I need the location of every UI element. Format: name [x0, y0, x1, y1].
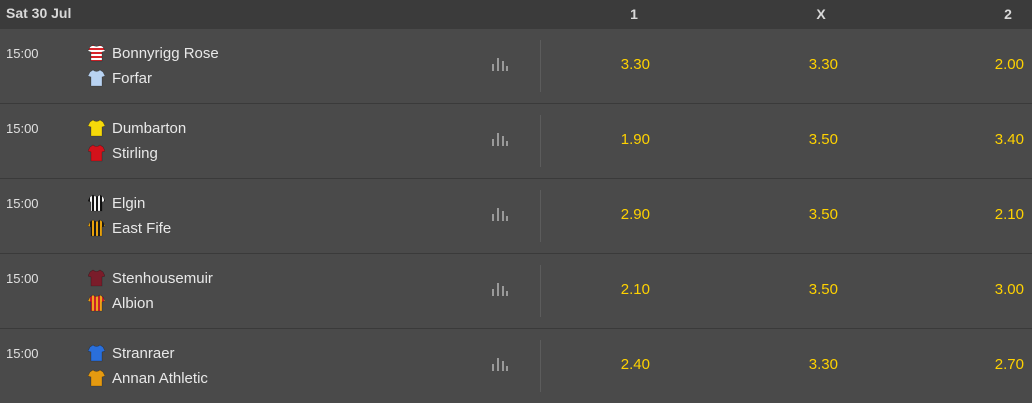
- home-team-name: Dumbarton: [112, 119, 187, 137]
- blue-shirt-icon: [87, 344, 106, 362]
- home-team[interactable]: Stranraer: [87, 343, 175, 363]
- match-list: 15:00 Bonnyrigg Rose Forfar 3.30 3.30 2.00 15:…: [0, 29, 1032, 403]
- home-team-name: Bonnyrigg Rose: [112, 44, 219, 62]
- home-team-name: Stenhousemuir: [112, 269, 213, 287]
- stats-icon[interactable]: [491, 281, 509, 297]
- home-team-name: Stranraer: [112, 344, 175, 362]
- kickoff-time: 15:00: [6, 346, 39, 361]
- away-team[interactable]: East Fife: [87, 218, 172, 238]
- away-team-name: Stirling: [112, 144, 158, 162]
- amber-black-stripes-shirt-icon: [87, 219, 106, 237]
- col-away-label: 2: [1004, 6, 1012, 22]
- match-row[interactable]: 15:00 Stranraer Annan Athletic 2.40 3.30 2.70: [0, 329, 1032, 403]
- black-white-stripes-shirt-icon: [87, 194, 106, 212]
- light-blue-shirt-icon: [87, 69, 106, 87]
- away-team-name: Annan Athletic: [112, 369, 208, 387]
- divider: [540, 190, 541, 242]
- odds-home-button[interactable]: 2.40: [570, 356, 650, 373]
- odds-home-button[interactable]: 2.90: [570, 206, 650, 223]
- away-team[interactable]: Forfar: [87, 68, 153, 88]
- odds-draw-button[interactable]: 3.50: [758, 206, 838, 223]
- match-row[interactable]: 15:00 Elgin East Fife 2.90 3.50 2.10: [0, 179, 1032, 254]
- col-draw-label: X: [816, 6, 826, 22]
- stats-icon[interactable]: [491, 356, 509, 372]
- kickoff-time: 15:00: [6, 121, 39, 136]
- away-team-name: Forfar: [112, 69, 153, 87]
- odds-draw-button[interactable]: 3.50: [758, 131, 838, 148]
- kickoff-time: 15:00: [6, 46, 39, 61]
- away-team[interactable]: Albion: [87, 293, 154, 313]
- odds-away-button[interactable]: 2.10: [944, 206, 1024, 223]
- home-team[interactable]: Stenhousemuir: [87, 268, 213, 288]
- home-team-name: Elgin: [112, 194, 146, 212]
- home-team[interactable]: Bonnyrigg Rose: [87, 43, 219, 63]
- maroon-shirt-icon: [87, 269, 106, 287]
- odds-away-button[interactable]: 3.40: [944, 131, 1024, 148]
- stats-icon[interactable]: [491, 131, 509, 147]
- odds-away-button[interactable]: 2.00: [944, 56, 1024, 73]
- odds-away-button[interactable]: 2.70: [944, 356, 1024, 373]
- away-team[interactable]: Annan Athletic: [87, 368, 208, 388]
- kickoff-time: 15:00: [6, 271, 39, 286]
- date-label: Sat 30 Jul: [6, 5, 72, 21]
- away-team-name: East Fife: [112, 219, 172, 237]
- divider: [540, 115, 541, 167]
- match-row[interactable]: 15:00 Stenhousemuir Albion 2.10 3.50 3.00: [0, 254, 1032, 329]
- match-row[interactable]: 15:00 Dumbarton Stirling 1.90 3.50 3.40: [0, 104, 1032, 179]
- red-shirt-icon: [87, 144, 106, 162]
- date-header: Sat 30 Jul 1 X 2: [0, 0, 1032, 29]
- odds-home-button[interactable]: 1.90: [570, 131, 650, 148]
- match-row[interactable]: 15:00 Bonnyrigg Rose Forfar 3.30 3.30 2.00: [0, 29, 1032, 104]
- odds-draw-button[interactable]: 3.30: [758, 356, 838, 373]
- odds-home-button[interactable]: 3.30: [570, 56, 650, 73]
- odds-home-button[interactable]: 2.10: [570, 281, 650, 298]
- stats-icon[interactable]: [491, 206, 509, 222]
- kickoff-time: 15:00: [6, 196, 39, 211]
- divider: [540, 340, 541, 392]
- yellow-shirt-icon: [87, 119, 106, 137]
- odds-draw-button[interactable]: 3.50: [758, 281, 838, 298]
- away-team[interactable]: Stirling: [87, 143, 158, 163]
- home-team[interactable]: Elgin: [87, 193, 146, 213]
- home-team[interactable]: Dumbarton: [87, 118, 187, 138]
- col-home-label: 1: [630, 6, 638, 22]
- divider: [540, 265, 541, 317]
- odds-away-button[interactable]: 3.00: [944, 281, 1024, 298]
- red-white-hoops-shirt-icon: [87, 44, 106, 62]
- stats-icon[interactable]: [491, 56, 509, 72]
- odds-draw-button[interactable]: 3.30: [758, 56, 838, 73]
- amber-red-stripes-shirt-icon: [87, 294, 106, 312]
- gold-black-shirt-icon: [87, 369, 106, 387]
- divider: [540, 40, 541, 92]
- away-team-name: Albion: [112, 294, 154, 312]
